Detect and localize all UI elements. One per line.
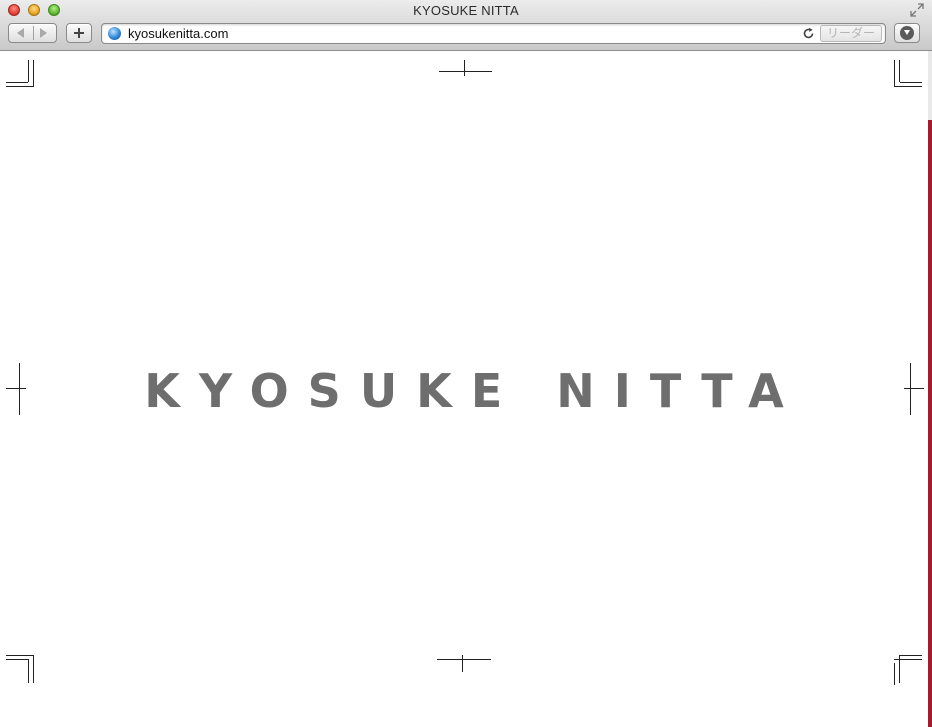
reload-icon[interactable] <box>802 27 815 40</box>
browser-titlebar: KYOSUKE NITTA kyosukenitta.com リーダー <box>0 0 932 51</box>
forward-arrow-icon[interactable] <box>40 28 47 38</box>
scroll-track <box>928 51 932 120</box>
logo-text: KYOSUKE NITTA <box>144 364 803 418</box>
globe-icon <box>108 27 121 40</box>
back-arrow-icon[interactable] <box>17 28 24 38</box>
site-logo-text[interactable]: KYOSUKE NITTA <box>0 364 928 418</box>
fullscreen-icon[interactable] <box>910 3 924 17</box>
new-tab-button[interactable] <box>66 23 92 43</box>
download-icon <box>900 26 914 40</box>
crop-mark-top-left <box>6 82 28 83</box>
registration-mark-bottom <box>437 659 491 660</box>
scroll-accent-bar <box>928 120 932 727</box>
crop-mark-top-right <box>900 82 922 83</box>
registration-mark-top <box>439 71 492 72</box>
crop-mark-bottom-right <box>900 655 922 656</box>
downloads-button[interactable] <box>894 23 920 43</box>
address-bar[interactable]: kyosukenitta.com リーダー <box>101 23 886 44</box>
window-title: KYOSUKE NITTA <box>413 3 519 18</box>
page-content: KYOSUKE NITTA <box>0 51 928 727</box>
crop-mark-bottom-left <box>6 655 34 656</box>
back-forward-group <box>8 23 57 43</box>
reader-button[interactable]: リーダー <box>820 25 882 42</box>
nav-divider <box>33 26 34 40</box>
url-text[interactable]: kyosukenitta.com <box>128 26 228 41</box>
